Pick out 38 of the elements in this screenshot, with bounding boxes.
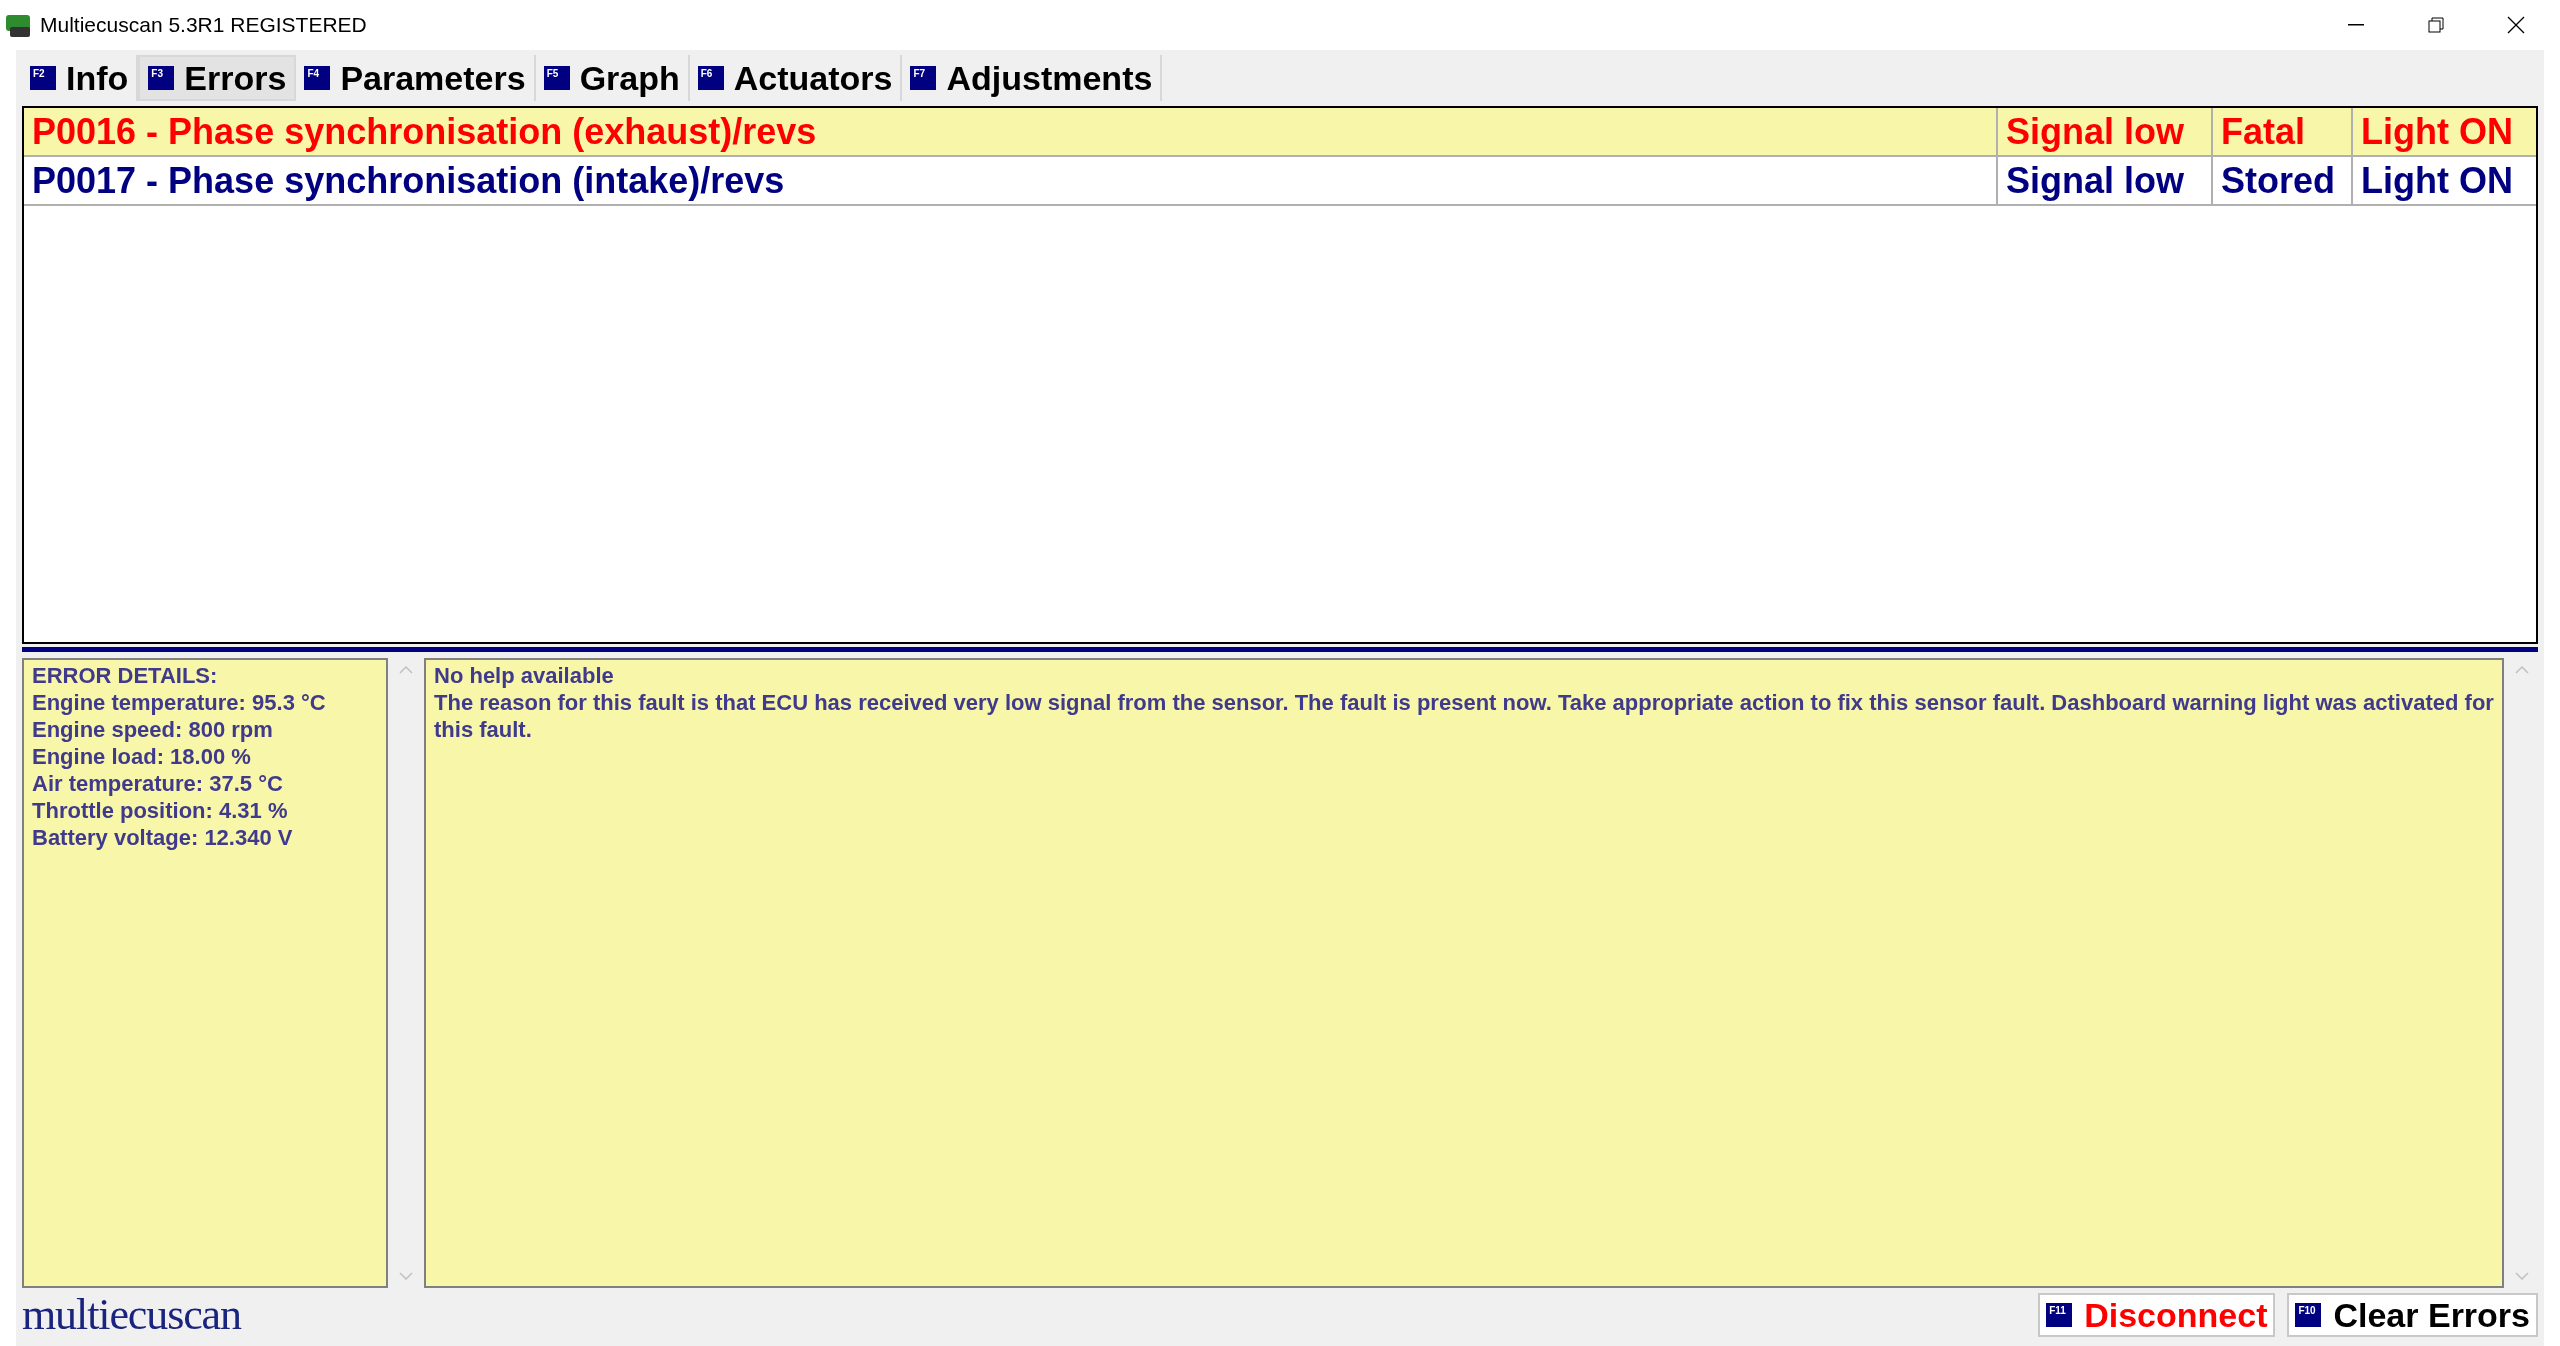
tab[interactable]: F7 Adjustments xyxy=(902,55,1163,101)
tab[interactable]: F4 Parameters xyxy=(296,55,536,101)
detail-line: Engine load: 18.00 % xyxy=(32,743,251,770)
scroll-up-icon xyxy=(2515,666,2529,674)
error-description[interactable]: P0017 - Phase synchronisation (intake)/revs xyxy=(24,157,1996,204)
detail-line: Engine temperature: 95.3 °C xyxy=(32,689,326,716)
key-icon: F4 xyxy=(304,66,331,90)
error-condition: Signal low xyxy=(1996,108,2211,155)
key-icon: F11 xyxy=(2046,1303,2073,1327)
tab[interactable]: F5 Graph xyxy=(535,55,690,101)
detail-line: Battery voltage: 12.340 V xyxy=(32,824,293,851)
detail-line: Air temperature: 37.5 °C xyxy=(32,770,283,797)
error-status: Stored xyxy=(2211,157,2351,204)
key-icon: F6 xyxy=(697,66,724,90)
scroll-down-icon xyxy=(399,1272,413,1280)
detail-line: Engine speed: 800 rpm xyxy=(32,716,273,743)
help-text: The reason for this fault is that ECU has received very low signal from the sensor. The fault is present now. Take appropriate action to fix this sensor fault. Dashboard warning light was activated for this fault. xyxy=(434,689,2494,743)
key-icon: F2 xyxy=(30,66,56,90)
action-button[interactable]: F11 Disconnect xyxy=(2038,1293,2276,1337)
error-status: Fatal xyxy=(2211,108,2351,155)
action-button[interactable]: F10 Clear Errors xyxy=(2287,1293,2538,1337)
key-icon: F5 xyxy=(543,66,570,90)
scroll-up-icon xyxy=(399,666,413,674)
key-icon: F7 xyxy=(910,66,937,90)
light-status: Light ON xyxy=(2351,157,2536,204)
scroll-down-icon xyxy=(2515,1272,2529,1280)
error-condition: Signal low xyxy=(1996,157,2211,204)
detail-line: ERROR DETAILS: xyxy=(32,662,218,689)
error-description[interactable]: P0016 - Phase synchronisation (exhaust)/revs xyxy=(24,108,1996,155)
light-status: Light ON xyxy=(2351,108,2536,155)
window-title: Multiecuscan 5.3R1 REGISTERED xyxy=(40,12,367,39)
key-icon: F10 xyxy=(2295,1303,2322,1327)
help-text: No help available xyxy=(434,662,614,689)
detail-line: Throttle position: 4.31 % xyxy=(32,797,288,824)
key-icon: F3 xyxy=(148,66,175,90)
logo: multiecuscan xyxy=(22,1293,241,1337)
tab[interactable]: F6 Actuators xyxy=(689,55,903,101)
tab[interactable]: F3 Errors xyxy=(138,55,297,101)
